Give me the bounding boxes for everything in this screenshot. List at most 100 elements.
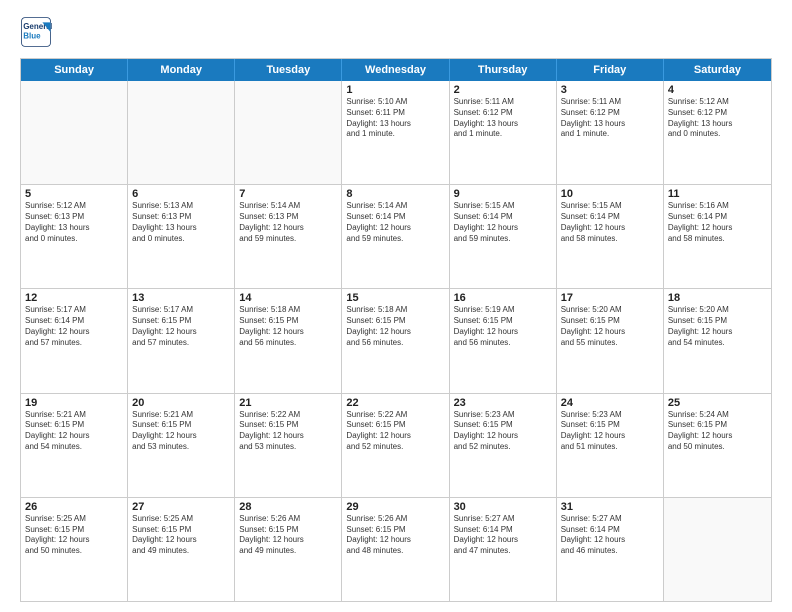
day-info: Sunrise: 5:17 AM Sunset: 6:14 PM Dayligh… bbox=[25, 305, 123, 348]
day-info: Sunrise: 5:15 AM Sunset: 6:14 PM Dayligh… bbox=[561, 201, 659, 244]
day-number: 21 bbox=[239, 397, 337, 409]
day-info: Sunrise: 5:13 AM Sunset: 6:13 PM Dayligh… bbox=[132, 201, 230, 244]
day-info: Sunrise: 5:22 AM Sunset: 6:15 PM Dayligh… bbox=[239, 410, 337, 453]
logo-icon: General Blue bbox=[20, 16, 52, 48]
day-info: Sunrise: 5:21 AM Sunset: 6:15 PM Dayligh… bbox=[25, 410, 123, 453]
header-day-wednesday: Wednesday bbox=[342, 59, 449, 81]
day-number: 27 bbox=[132, 501, 230, 513]
day-info: Sunrise: 5:21 AM Sunset: 6:15 PM Dayligh… bbox=[132, 410, 230, 453]
day-number: 4 bbox=[668, 84, 767, 96]
calendar-day-7: 7Sunrise: 5:14 AM Sunset: 6:13 PM Daylig… bbox=[235, 185, 342, 288]
calendar-day-empty bbox=[21, 81, 128, 184]
calendar-day-22: 22Sunrise: 5:22 AM Sunset: 6:15 PM Dayli… bbox=[342, 394, 449, 497]
calendar-day-20: 20Sunrise: 5:21 AM Sunset: 6:15 PM Dayli… bbox=[128, 394, 235, 497]
day-number: 31 bbox=[561, 501, 659, 513]
calendar-day-5: 5Sunrise: 5:12 AM Sunset: 6:13 PM Daylig… bbox=[21, 185, 128, 288]
day-info: Sunrise: 5:19 AM Sunset: 6:15 PM Dayligh… bbox=[454, 305, 552, 348]
day-number: 23 bbox=[454, 397, 552, 409]
day-number: 20 bbox=[132, 397, 230, 409]
day-info: Sunrise: 5:17 AM Sunset: 6:15 PM Dayligh… bbox=[132, 305, 230, 348]
day-number: 26 bbox=[25, 501, 123, 513]
day-number: 12 bbox=[25, 292, 123, 304]
day-info: Sunrise: 5:12 AM Sunset: 6:12 PM Dayligh… bbox=[668, 97, 767, 140]
calendar-week-2: 5Sunrise: 5:12 AM Sunset: 6:13 PM Daylig… bbox=[21, 185, 771, 289]
calendar-day-29: 29Sunrise: 5:26 AM Sunset: 6:15 PM Dayli… bbox=[342, 498, 449, 601]
day-number: 11 bbox=[668, 188, 767, 200]
day-info: Sunrise: 5:20 AM Sunset: 6:15 PM Dayligh… bbox=[668, 305, 767, 348]
calendar-day-18: 18Sunrise: 5:20 AM Sunset: 6:15 PM Dayli… bbox=[664, 289, 771, 392]
calendar-week-3: 12Sunrise: 5:17 AM Sunset: 6:14 PM Dayli… bbox=[21, 289, 771, 393]
calendar-week-1: 1Sunrise: 5:10 AM Sunset: 6:11 PM Daylig… bbox=[21, 81, 771, 185]
day-info: Sunrise: 5:16 AM Sunset: 6:14 PM Dayligh… bbox=[668, 201, 767, 244]
calendar-day-25: 25Sunrise: 5:24 AM Sunset: 6:15 PM Dayli… bbox=[664, 394, 771, 497]
calendar-day-1: 1Sunrise: 5:10 AM Sunset: 6:11 PM Daylig… bbox=[342, 81, 449, 184]
day-info: Sunrise: 5:25 AM Sunset: 6:15 PM Dayligh… bbox=[25, 514, 123, 557]
calendar-day-14: 14Sunrise: 5:18 AM Sunset: 6:15 PM Dayli… bbox=[235, 289, 342, 392]
day-number: 1 bbox=[346, 84, 444, 96]
day-number: 17 bbox=[561, 292, 659, 304]
day-info: Sunrise: 5:14 AM Sunset: 6:14 PM Dayligh… bbox=[346, 201, 444, 244]
day-info: Sunrise: 5:15 AM Sunset: 6:14 PM Dayligh… bbox=[454, 201, 552, 244]
day-info: Sunrise: 5:27 AM Sunset: 6:14 PM Dayligh… bbox=[454, 514, 552, 557]
day-number: 22 bbox=[346, 397, 444, 409]
day-number: 14 bbox=[239, 292, 337, 304]
day-number: 13 bbox=[132, 292, 230, 304]
day-number: 15 bbox=[346, 292, 444, 304]
day-info: Sunrise: 5:23 AM Sunset: 6:15 PM Dayligh… bbox=[561, 410, 659, 453]
calendar-body: 1Sunrise: 5:10 AM Sunset: 6:11 PM Daylig… bbox=[21, 81, 771, 601]
calendar-week-5: 26Sunrise: 5:25 AM Sunset: 6:15 PM Dayli… bbox=[21, 498, 771, 601]
calendar-day-empty bbox=[664, 498, 771, 601]
calendar-day-28: 28Sunrise: 5:26 AM Sunset: 6:15 PM Dayli… bbox=[235, 498, 342, 601]
day-number: 19 bbox=[25, 397, 123, 409]
calendar-day-23: 23Sunrise: 5:23 AM Sunset: 6:15 PM Dayli… bbox=[450, 394, 557, 497]
day-number: 25 bbox=[668, 397, 767, 409]
calendar-day-2: 2Sunrise: 5:11 AM Sunset: 6:12 PM Daylig… bbox=[450, 81, 557, 184]
header-day-thursday: Thursday bbox=[450, 59, 557, 81]
calendar-day-27: 27Sunrise: 5:25 AM Sunset: 6:15 PM Dayli… bbox=[128, 498, 235, 601]
day-info: Sunrise: 5:18 AM Sunset: 6:15 PM Dayligh… bbox=[239, 305, 337, 348]
day-number: 9 bbox=[454, 188, 552, 200]
day-info: Sunrise: 5:27 AM Sunset: 6:14 PM Dayligh… bbox=[561, 514, 659, 557]
calendar-day-30: 30Sunrise: 5:27 AM Sunset: 6:14 PM Dayli… bbox=[450, 498, 557, 601]
calendar-day-8: 8Sunrise: 5:14 AM Sunset: 6:14 PM Daylig… bbox=[342, 185, 449, 288]
calendar-day-24: 24Sunrise: 5:23 AM Sunset: 6:15 PM Dayli… bbox=[557, 394, 664, 497]
day-info: Sunrise: 5:10 AM Sunset: 6:11 PM Dayligh… bbox=[346, 97, 444, 140]
calendar-day-3: 3Sunrise: 5:11 AM Sunset: 6:12 PM Daylig… bbox=[557, 81, 664, 184]
day-number: 10 bbox=[561, 188, 659, 200]
calendar-day-12: 12Sunrise: 5:17 AM Sunset: 6:14 PM Dayli… bbox=[21, 289, 128, 392]
svg-text:Blue: Blue bbox=[23, 31, 41, 40]
calendar-day-6: 6Sunrise: 5:13 AM Sunset: 6:13 PM Daylig… bbox=[128, 185, 235, 288]
calendar-day-26: 26Sunrise: 5:25 AM Sunset: 6:15 PM Dayli… bbox=[21, 498, 128, 601]
calendar-week-4: 19Sunrise: 5:21 AM Sunset: 6:15 PM Dayli… bbox=[21, 394, 771, 498]
calendar-day-15: 15Sunrise: 5:18 AM Sunset: 6:15 PM Dayli… bbox=[342, 289, 449, 392]
day-info: Sunrise: 5:26 AM Sunset: 6:15 PM Dayligh… bbox=[346, 514, 444, 557]
calendar-day-9: 9Sunrise: 5:15 AM Sunset: 6:14 PM Daylig… bbox=[450, 185, 557, 288]
calendar-day-empty bbox=[128, 81, 235, 184]
day-info: Sunrise: 5:11 AM Sunset: 6:12 PM Dayligh… bbox=[561, 97, 659, 140]
day-number: 6 bbox=[132, 188, 230, 200]
day-number: 16 bbox=[454, 292, 552, 304]
day-info: Sunrise: 5:23 AM Sunset: 6:15 PM Dayligh… bbox=[454, 410, 552, 453]
day-number: 3 bbox=[561, 84, 659, 96]
calendar-day-13: 13Sunrise: 5:17 AM Sunset: 6:15 PM Dayli… bbox=[128, 289, 235, 392]
calendar-day-19: 19Sunrise: 5:21 AM Sunset: 6:15 PM Dayli… bbox=[21, 394, 128, 497]
header-day-sunday: Sunday bbox=[21, 59, 128, 81]
day-number: 8 bbox=[346, 188, 444, 200]
calendar-day-17: 17Sunrise: 5:20 AM Sunset: 6:15 PM Dayli… bbox=[557, 289, 664, 392]
day-number: 24 bbox=[561, 397, 659, 409]
day-info: Sunrise: 5:24 AM Sunset: 6:15 PM Dayligh… bbox=[668, 410, 767, 453]
header-day-monday: Monday bbox=[128, 59, 235, 81]
day-info: Sunrise: 5:26 AM Sunset: 6:15 PM Dayligh… bbox=[239, 514, 337, 557]
day-info: Sunrise: 5:22 AM Sunset: 6:15 PM Dayligh… bbox=[346, 410, 444, 453]
day-info: Sunrise: 5:14 AM Sunset: 6:13 PM Dayligh… bbox=[239, 201, 337, 244]
day-number: 2 bbox=[454, 84, 552, 96]
calendar-day-10: 10Sunrise: 5:15 AM Sunset: 6:14 PM Dayli… bbox=[557, 185, 664, 288]
day-info: Sunrise: 5:12 AM Sunset: 6:13 PM Dayligh… bbox=[25, 201, 123, 244]
day-number: 28 bbox=[239, 501, 337, 513]
header-day-saturday: Saturday bbox=[664, 59, 771, 81]
day-info: Sunrise: 5:25 AM Sunset: 6:15 PM Dayligh… bbox=[132, 514, 230, 557]
calendar-day-21: 21Sunrise: 5:22 AM Sunset: 6:15 PM Dayli… bbox=[235, 394, 342, 497]
day-number: 18 bbox=[668, 292, 767, 304]
calendar-day-11: 11Sunrise: 5:16 AM Sunset: 6:14 PM Dayli… bbox=[664, 185, 771, 288]
day-info: Sunrise: 5:18 AM Sunset: 6:15 PM Dayligh… bbox=[346, 305, 444, 348]
